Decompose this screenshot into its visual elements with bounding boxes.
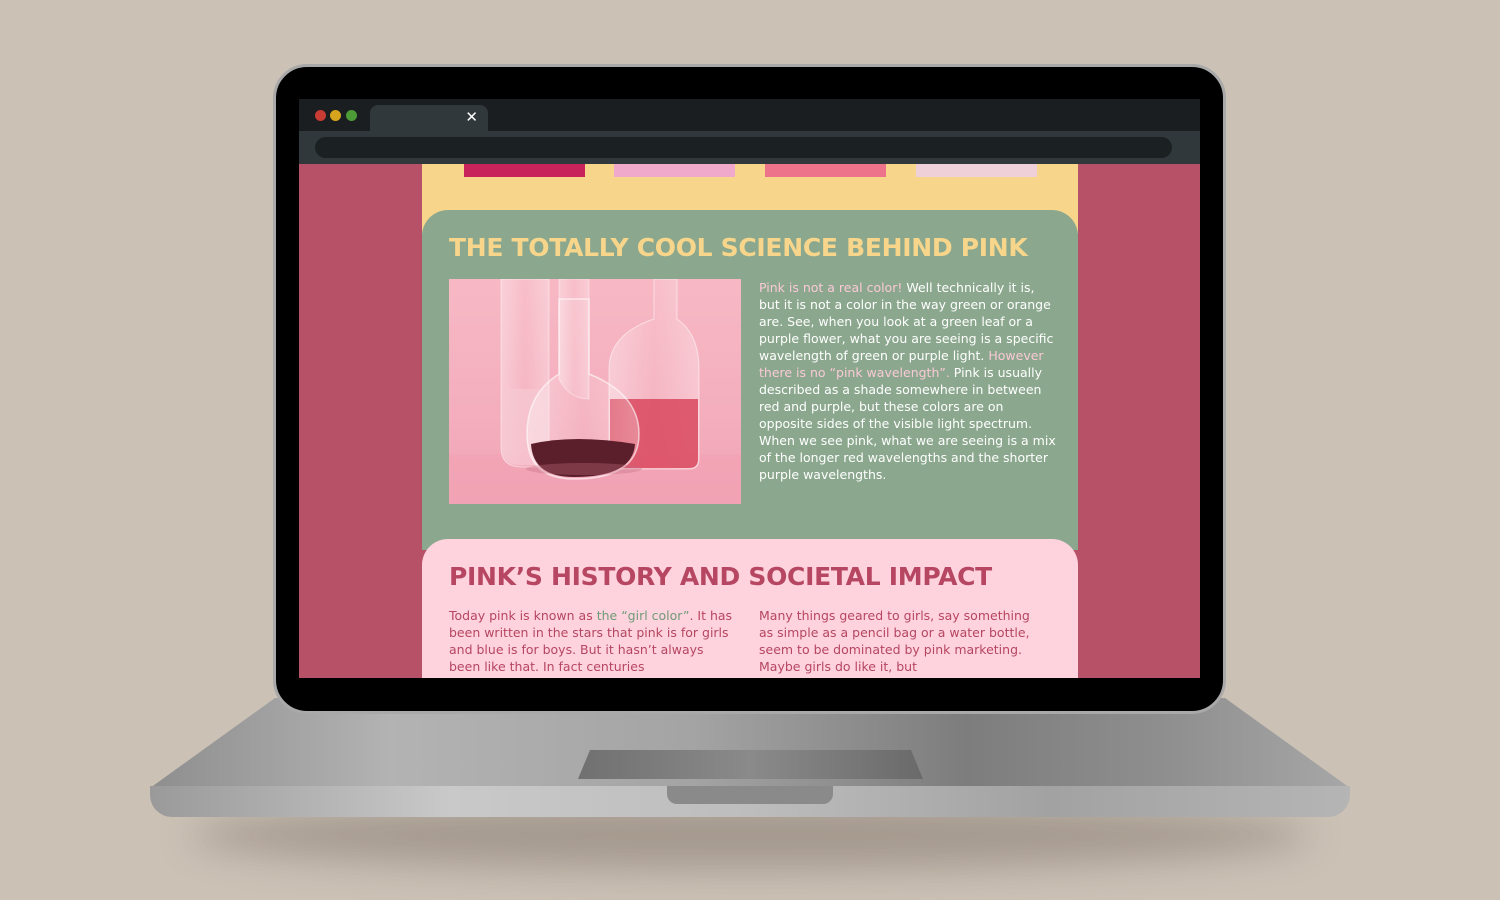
window-close-dot[interactable] [315,110,326,121]
address-bar[interactable] [315,137,1172,158]
science-heading: THE TOTALLY COOL SCIENCE BEHIND PINK [449,233,1028,262]
color-swatch [765,164,886,177]
window-maximize-dot[interactable] [346,110,357,121]
color-swatch [614,164,735,177]
history-left-highlight: the “girl color” [596,608,690,623]
history-left-column: Today pink is known as the “girl color”.… [449,607,734,675]
science-text-2: Pink is usually described as a shade som… [759,365,1056,482]
browser-tab[interactable]: ✕ [370,105,488,131]
window-minimize-dot[interactable] [330,110,341,121]
close-icon[interactable]: ✕ [465,108,478,126]
laptop-trackpad [578,750,923,779]
history-heading: PINK’S HISTORY AND SOCIETAL IMPACT [449,562,992,591]
color-swatch [916,164,1037,177]
web-page[interactable]: THE TOTALLY COOL SCIENCE BEHIND PINK Pin… [299,164,1200,678]
color-swatch [464,164,585,177]
laptop-screen: ✕ THE TOTALLY COOL SCIENCE BEHIND PINK P… [299,99,1200,678]
history-section: PINK’S HISTORY AND SOCIETAL IMPACT Today… [422,539,1078,678]
laptop-lid-notch [667,786,833,804]
lab-glassware-photo [449,279,741,504]
science-section: THE TOTALLY COOL SCIENCE BEHIND PINK Pin… [422,210,1078,550]
lab-flasks-illustration [449,279,741,504]
history-left-pre: Today pink is known as [449,608,597,623]
browser-tab-strip: ✕ [299,99,1200,131]
science-highlight-1: Pink is not a real color! [759,280,903,295]
science-paragraph: Pink is not a real color! Well technical… [759,279,1057,483]
browser-toolbar [299,131,1200,164]
history-right-column: Many things geared to girls, say somethi… [759,608,1030,674]
